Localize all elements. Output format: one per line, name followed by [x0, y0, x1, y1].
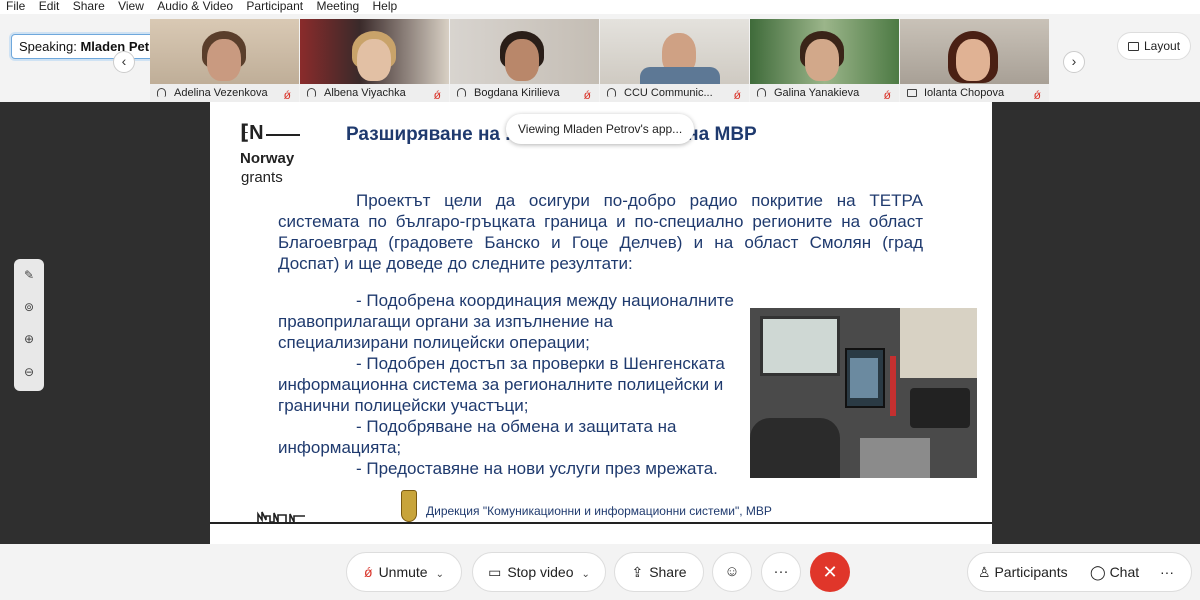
- video-tile[interactable]: CCU Communic... ǿ: [600, 19, 749, 102]
- mic-muted-icon: ǿ: [283, 88, 291, 102]
- video-tile[interactable]: Iolanta Chopova ǿ: [900, 19, 1049, 102]
- chevron-left-icon: ‹: [121, 53, 127, 69]
- layout-label: Layout: [1144, 39, 1181, 53]
- headset-icon: [457, 88, 466, 97]
- logo-line: [266, 134, 300, 136]
- video-tile[interactable]: Galina Yanakieva ǿ: [750, 19, 899, 102]
- headset-icon: [757, 88, 766, 97]
- video-tiles: Adelina Vezenkova ǿ Albena Viyachka ǿ Bogd…: [150, 19, 1050, 102]
- layout-icon: [1128, 42, 1139, 51]
- headset-icon: [307, 88, 316, 97]
- share-button[interactable]: ⇪ Share: [614, 552, 704, 592]
- speaking-prefix: Speaking:: [19, 39, 77, 54]
- participant-strip: Speaking: Mladen Petrov ‹ Adelina Vezenk…: [0, 14, 1200, 102]
- presentation-slide: ⁅N Norway grants Разширяване на ... инфр…: [210, 102, 992, 544]
- bullet-item: - Подобрена координация между национални…: [278, 291, 734, 352]
- headset-icon: [157, 88, 166, 97]
- vehicle-radio-photo: [750, 308, 977, 478]
- mic-muted-icon: ǿ: [1033, 88, 1041, 102]
- participant-name: Iolanta Chopova: [924, 87, 1005, 99]
- slide-paragraph: Проектът цели да осигури по-добро радио …: [278, 190, 923, 274]
- smiley-icon: ☺: [724, 563, 740, 580]
- scroll-right-button[interactable]: ›: [1063, 51, 1085, 73]
- video-tile[interactable]: Albena Viyachka ǿ: [300, 19, 449, 102]
- remote-control-icon[interactable]: ⊚: [14, 300, 44, 314]
- annotate-icon[interactable]: ✎: [14, 268, 44, 282]
- right-controls: ♙ Participants ◯ Chat ···: [967, 552, 1192, 592]
- scroll-left-button[interactable]: ‹: [113, 51, 135, 73]
- participant-name: Albena Viyachka: [324, 87, 406, 99]
- menu-help[interactable]: Help: [373, 0, 398, 12]
- paragraph-text: Проектът цели да осигури по-добро радио …: [278, 191, 923, 273]
- bullet-item: - Предоставяне на нови услуги през мрежа…: [356, 459, 718, 478]
- camera-icon: [907, 89, 917, 97]
- participant-name: CCU Communic...: [624, 87, 713, 99]
- participant-name: Galina Yanakieva: [774, 87, 860, 99]
- menu-edit[interactable]: Edit: [39, 0, 60, 12]
- more-button[interactable]: ···: [1160, 553, 1174, 591]
- logo-norway-text: Norway: [240, 150, 295, 167]
- chevron-down-icon[interactable]: ⌄: [436, 556, 444, 594]
- annotation-toolbar: ✎ ⊚ ⊕ ⊖: [14, 259, 44, 391]
- chat-button[interactable]: ◯ Chat: [1090, 553, 1139, 591]
- share-icon: ⇪: [631, 564, 644, 580]
- person-icon: ♙: [978, 564, 995, 580]
- bullet-item: - Подобряване на обмена и защитата на ин…: [278, 417, 677, 457]
- mic-muted-icon: ǿ: [364, 564, 373, 580]
- mic-muted-icon: ǿ: [883, 88, 891, 102]
- bullet-item: - Подобрен достъп за проверки в Шенгенск…: [278, 354, 725, 415]
- participants-button[interactable]: ♙ Participants: [978, 553, 1068, 591]
- menu-audio-video[interactable]: Audio & Video: [157, 0, 233, 12]
- mic-muted-icon: ǿ: [433, 88, 441, 102]
- slide-footer: Дирекция "Комуникационни и информационни…: [426, 504, 772, 518]
- layout-button[interactable]: Layout: [1117, 32, 1192, 60]
- menu-meeting[interactable]: Meeting: [316, 0, 359, 12]
- headset-icon: [607, 88, 616, 97]
- menu-view[interactable]: View: [118, 0, 144, 12]
- norway-grants-logo-mark: ⁅N: [240, 122, 264, 144]
- menu-participant[interactable]: Participant: [246, 0, 303, 12]
- video-camera-icon: ▭: [488, 564, 502, 580]
- viewing-app-tooltip: Viewing Mladen Petrov's app...: [506, 114, 695, 144]
- zoom-out-icon[interactable]: ⊖: [14, 365, 44, 379]
- zoom-in-icon[interactable]: ⊕: [14, 332, 44, 346]
- unmute-button[interactable]: ǿ Unmute ⌄: [346, 552, 462, 592]
- ministry-crest-icon: [401, 490, 417, 522]
- footer-divider: [210, 522, 992, 524]
- menu-share[interactable]: Share: [73, 0, 105, 12]
- slide-bullets: - Подобрена координация между национални…: [278, 290, 748, 479]
- shared-screen: ⁅N Norway grants Разширяване на ... инфр…: [0, 102, 1200, 544]
- chat-bubble-icon: ◯: [1090, 564, 1110, 580]
- end-meeting-button[interactable]: ✕: [810, 552, 850, 592]
- meeting-controls: ǿ Unmute ⌄ ▭ Stop video ⌄ ⇪ Share ☺ ··· ✕ ♙ P…: [0, 544, 1200, 600]
- mic-muted-icon: ǿ: [583, 88, 591, 102]
- video-tile[interactable]: Bogdana Kirilieva ǿ: [450, 19, 599, 102]
- close-icon: ✕: [822, 562, 838, 582]
- menu-file[interactable]: File: [6, 0, 25, 12]
- stop-video-button[interactable]: ▭ Stop video ⌄: [472, 552, 606, 592]
- chevron-down-icon[interactable]: ⌄: [582, 556, 590, 594]
- more-options-button[interactable]: ···: [761, 552, 801, 592]
- participant-name: Bogdana Kirilieva: [474, 87, 560, 99]
- mic-muted-icon: ǿ: [733, 88, 741, 102]
- video-tile[interactable]: Adelina Vezenkova ǿ: [150, 19, 299, 102]
- participant-name: Adelina Vezenkova: [174, 87, 268, 99]
- chevron-right-icon: ›: [1071, 53, 1077, 69]
- logo-grants-text: grants: [241, 169, 283, 186]
- menu-bar: File Edit Share View Audio & Video Parti…: [0, 0, 1200, 14]
- reactions-button[interactable]: ☺: [712, 552, 752, 592]
